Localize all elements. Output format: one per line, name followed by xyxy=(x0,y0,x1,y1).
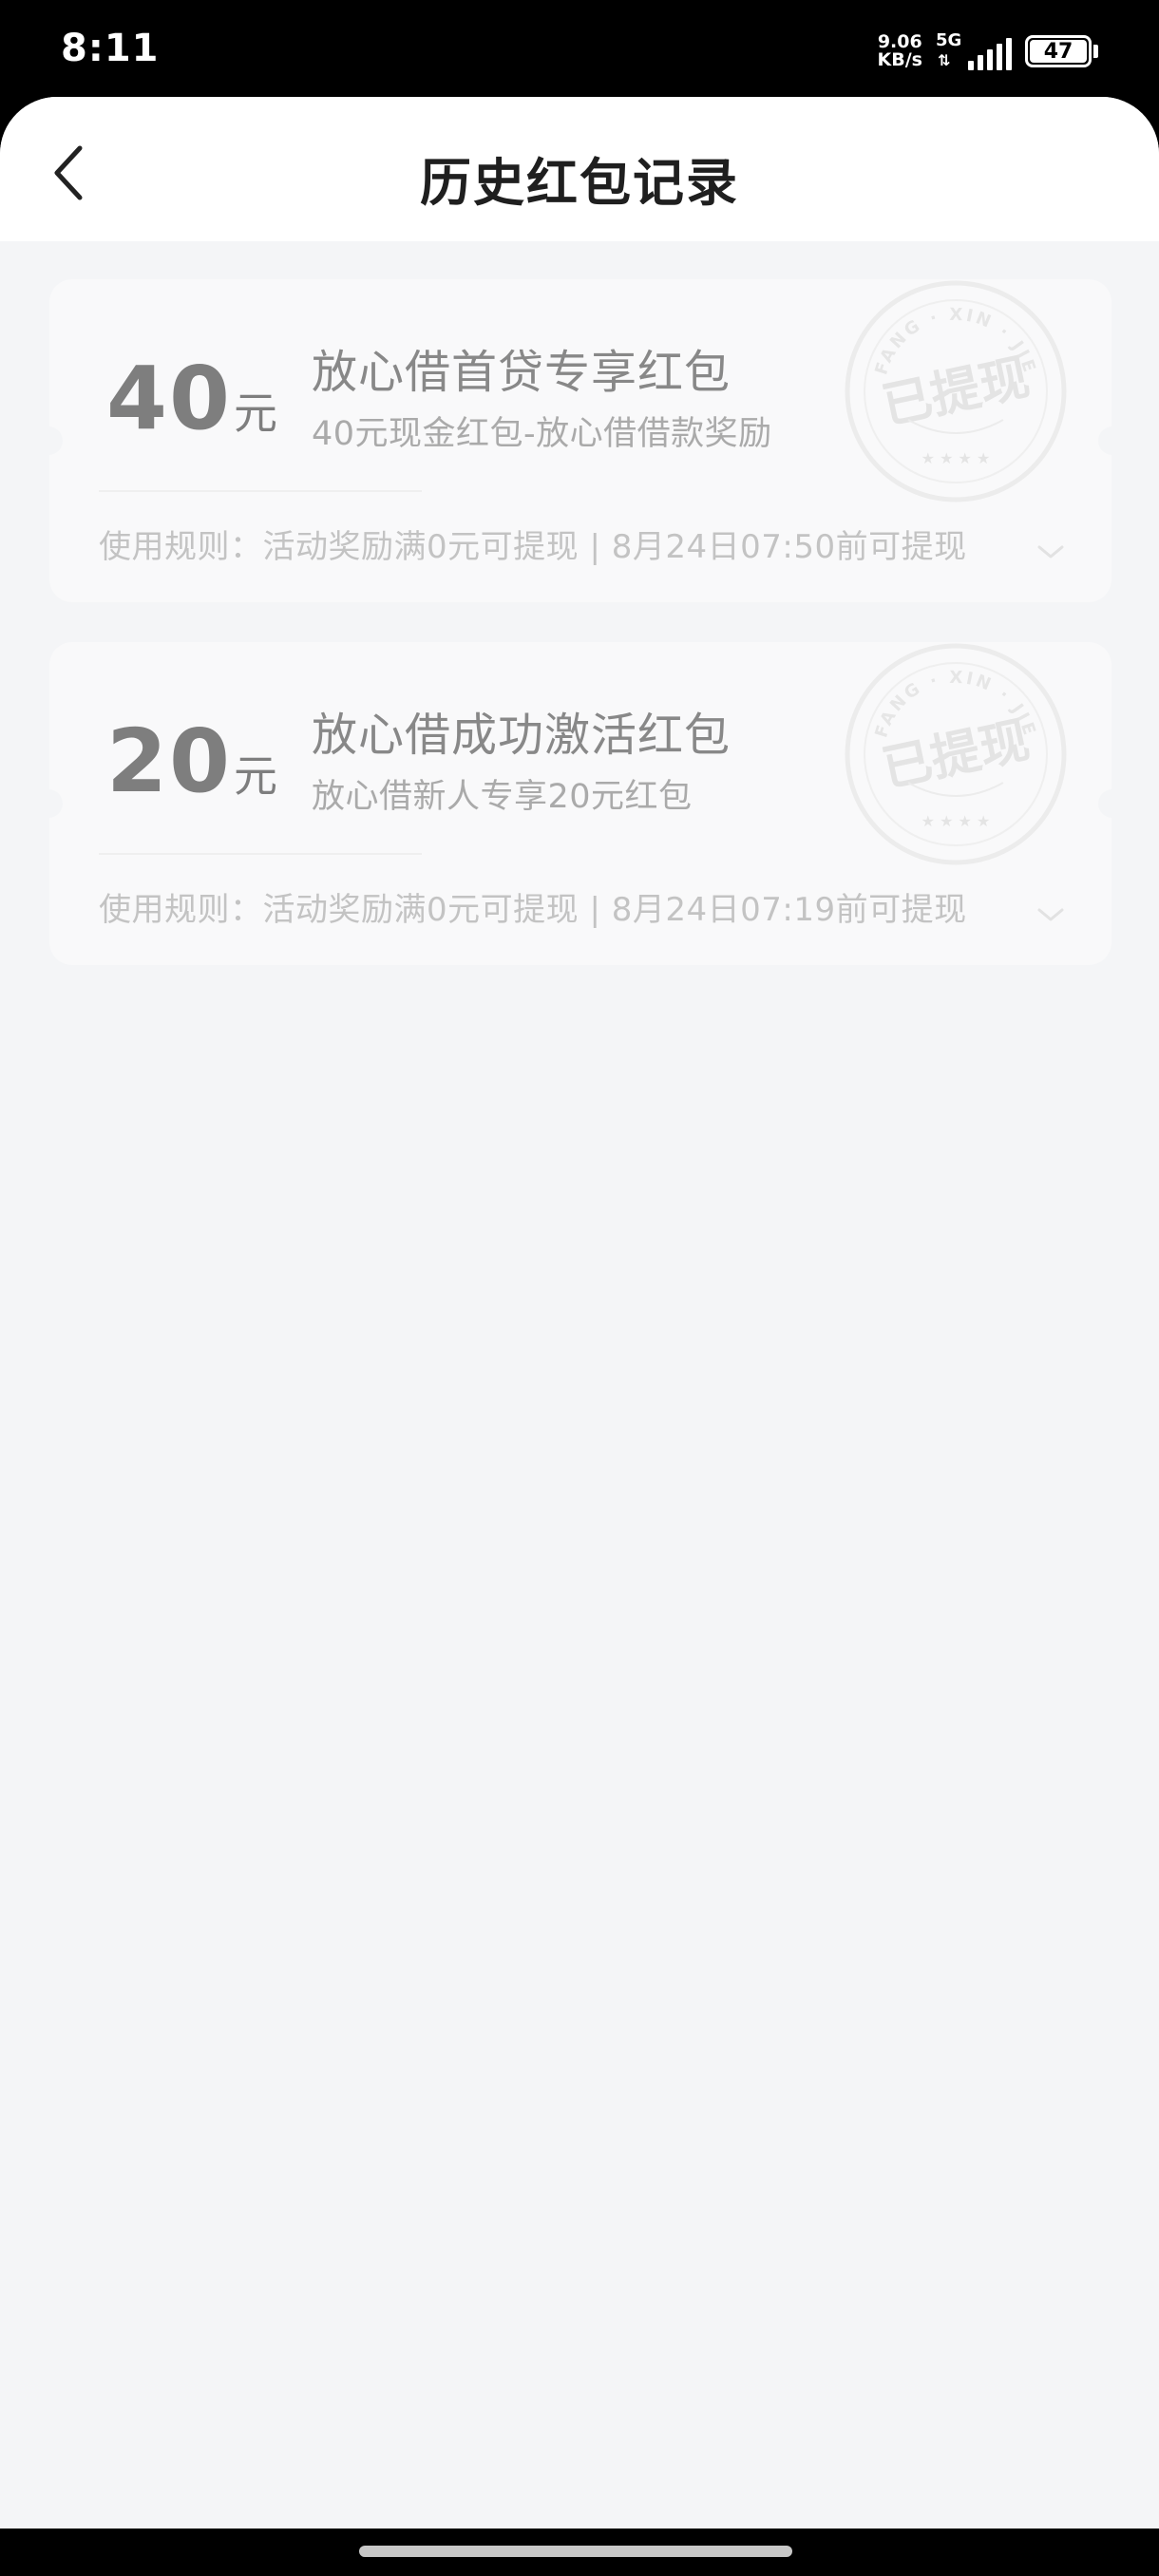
status-bar: 8:11 9.06 KB/s 5G ⇅ 47 xyxy=(0,0,1159,99)
status-indicators: 9.06 KB/s 5G ⇅ 47 xyxy=(878,30,1098,72)
withdrawn-stamp-icon: FANG · XIN · JIE 已提现 ★ ★ ★ ★ xyxy=(845,643,1067,865)
usage-rule: 使用规则：活动奖励满0元可提现 | 8月24日07:19前可提现 xyxy=(99,891,967,929)
amount-unit: 元 xyxy=(234,750,278,802)
card-subtitle: 放心借新人专享20元红包 xyxy=(312,778,693,816)
cellular-signal-icon: 5G ⇅ xyxy=(936,32,1012,70)
network-type: 5G xyxy=(936,30,962,50)
expand-button[interactable] xyxy=(1032,900,1070,929)
withdrawn-stamp-icon: FANG · XIN · JIE 已提现 ★ ★ ★ ★ xyxy=(845,280,1067,502)
amount-unit: 元 xyxy=(234,388,278,439)
card-title: 放心借首贷专享红包 xyxy=(312,346,732,399)
battery-level: 47 xyxy=(1030,40,1087,64)
chevron-down-icon xyxy=(1037,908,1064,921)
page-title: 历史红包记录 xyxy=(420,153,739,213)
card-title: 放心借成功激活红包 xyxy=(312,709,732,762)
home-indicator[interactable] xyxy=(359,2546,792,2557)
divider xyxy=(99,490,422,492)
status-time: 8:11 xyxy=(61,27,160,70)
data-activity-icon: ⇅ xyxy=(938,51,951,69)
navigation-bar xyxy=(0,2529,1159,2576)
svg-text:★ ★ ★ ★: ★ ★ ★ ★ xyxy=(922,449,991,467)
red-packet-card[interactable]: 20 元 放心借成功激活红包 放心借新人专享20元红包 使用规则：活动奖励满0元… xyxy=(49,642,1112,965)
divider xyxy=(99,853,422,855)
network-speed-unit: KB/s xyxy=(877,49,922,70)
network-speed: 9.06 KB/s xyxy=(878,33,922,69)
chevron-down-icon xyxy=(1037,545,1064,559)
header: 历史红包记录 xyxy=(0,97,1159,241)
expand-button[interactable] xyxy=(1032,538,1070,566)
amount-value: 20 xyxy=(106,710,233,812)
page: 历史红包记录 40 元 放心借首贷专享红包 40元现金红包-放心借借款奖励 使用… xyxy=(0,97,1159,2529)
card-subtitle: 40元现金红包-放心借借款奖励 xyxy=(312,415,772,453)
stamp-text: 已提现 xyxy=(878,711,1035,798)
stamp-text: 已提现 xyxy=(878,349,1035,435)
usage-rule: 使用规则：活动奖励满0元可提现 | 8月24日07:50前可提现 xyxy=(99,528,967,566)
amount-value: 40 xyxy=(106,348,233,449)
card-amount: 40 元 xyxy=(106,348,277,449)
red-packet-card[interactable]: 40 元 放心借首贷专享红包 40元现金红包-放心借借款奖励 使用规则：活动奖励… xyxy=(49,279,1112,602)
card-amount: 20 元 xyxy=(106,710,277,812)
battery-icon: 47 xyxy=(1025,35,1098,67)
svg-text:★ ★ ★ ★: ★ ★ ★ ★ xyxy=(922,812,991,830)
